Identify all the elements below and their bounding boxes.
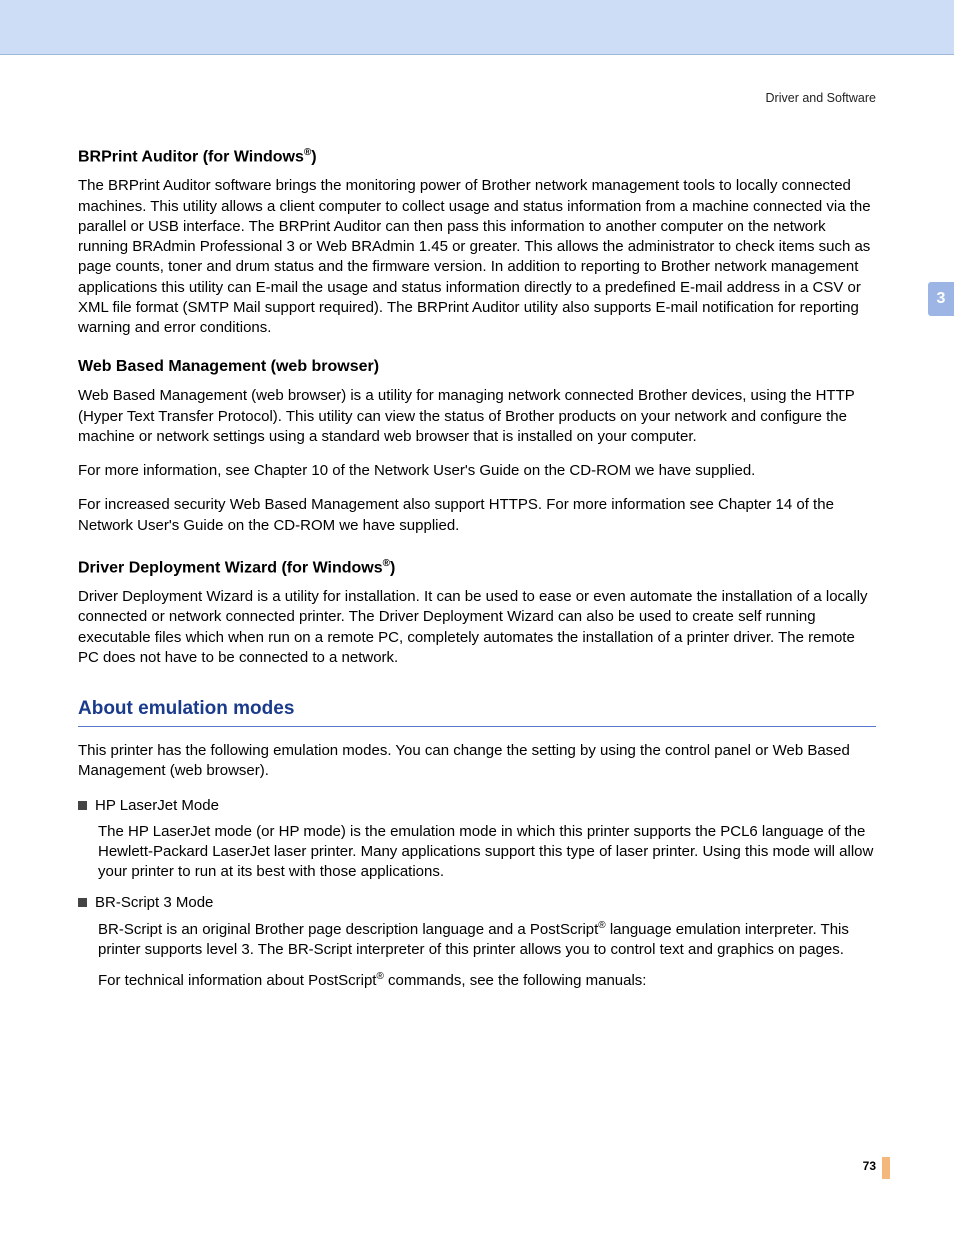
- registered-mark: ®: [376, 971, 383, 982]
- paragraph: For increased security Web Based Managem…: [78, 495, 876, 536]
- heading-driver: Driver Deployment Wizard (for Windows®): [78, 558, 876, 577]
- page-number: 73: [863, 1159, 876, 1173]
- section-heading-emulation: About emulation modes: [78, 698, 876, 720]
- list-item-title: HP LaserJet Mode: [95, 796, 219, 816]
- page-number-accent: [882, 1157, 890, 1179]
- section-rule: [78, 726, 876, 727]
- page-content: Driver and Software BRPrint Auditor (for…: [0, 55, 954, 992]
- heading-web: Web Based Management (web browser): [78, 358, 876, 376]
- heading-text: BRPrint Auditor (for Windows: [78, 148, 304, 165]
- list-item-note: For technical information about PostScri…: [98, 970, 876, 991]
- list-item-body: The HP LaserJet mode (or HP mode) is the…: [98, 822, 876, 883]
- paragraph: This printer has the following emulation…: [78, 741, 876, 782]
- registered-mark: ®: [383, 558, 390, 569]
- text-pre: BR-Script is an original Brother page de…: [98, 921, 598, 938]
- header-bar: [0, 0, 954, 55]
- running-header: Driver and Software: [78, 91, 876, 105]
- paragraph: Driver Deployment Wizard is a utility fo…: [78, 587, 876, 668]
- bullet-icon: [78, 898, 87, 907]
- heading-text: Driver Deployment Wizard (for Windows: [78, 559, 383, 576]
- bullet-icon: [78, 801, 87, 810]
- paragraph: Web Based Management (web browser) is a …: [78, 386, 876, 447]
- list-item-title: BR-Script 3 Mode: [95, 893, 213, 913]
- registered-mark: ®: [598, 920, 605, 931]
- paragraph: The BRPrint Auditor software brings the …: [78, 176, 876, 338]
- chapter-tab: 3: [928, 282, 954, 316]
- heading-close: ): [311, 148, 316, 165]
- text-post: commands, see the following manuals:: [384, 972, 647, 989]
- heading-close: ): [390, 559, 395, 576]
- list-item: BR-Script 3 Mode: [78, 893, 876, 913]
- heading-brprint: BRPrint Auditor (for Windows®): [78, 147, 876, 166]
- text-pre: For technical information about PostScri…: [98, 972, 376, 989]
- list-item: HP LaserJet Mode: [78, 796, 876, 816]
- paragraph: For more information, see Chapter 10 of …: [78, 461, 876, 481]
- list-item-body: BR-Script is an original Brother page de…: [98, 919, 876, 961]
